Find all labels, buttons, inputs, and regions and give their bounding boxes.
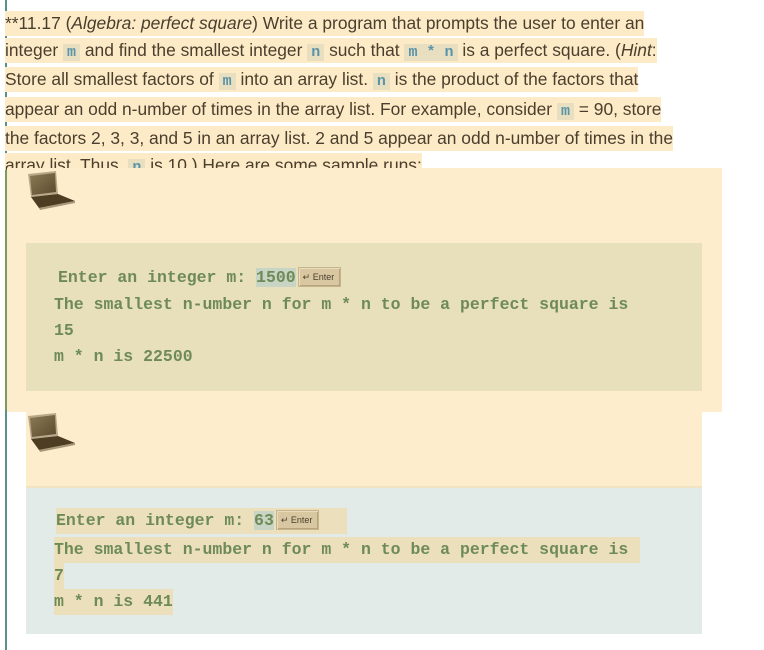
body-text: is the product of the factors that xyxy=(389,69,639,89)
inline-code: m xyxy=(63,43,81,61)
inline-code: n xyxy=(372,73,390,90)
exercise-line: **11.17 (Algebra: perfect square) Write … xyxy=(5,10,725,37)
prompt-text: Enter an integer m: xyxy=(58,268,257,287)
body-text: and find the smallest integer xyxy=(80,39,308,60)
body-text: ) Write a program that prompts the user … xyxy=(252,13,645,33)
exercise-line: the factors 2, 3, 3, and 5 in an array l… xyxy=(5,125,725,152)
user-input-value: 63 xyxy=(254,511,274,530)
exercise-line: Store all smallest factors of m into an … xyxy=(5,66,725,96)
inline-code: m * n xyxy=(404,43,458,61)
body-text: **11.17 ( xyxy=(5,13,72,33)
body-text: Store all smallest factors of xyxy=(5,69,219,89)
body-text: such that xyxy=(324,39,405,60)
console-output-line: The smallest n-umber n for m * n to be a… xyxy=(54,295,629,314)
console-output-line: 7 xyxy=(54,563,64,589)
console-output-line: The smallest n-umber n for m * n to be a… xyxy=(54,537,641,563)
body-text: is a perfect square. ( xyxy=(457,39,621,60)
sample-run-2 xyxy=(26,412,702,486)
exercise-line-text: Store all smallest factors of m into an … xyxy=(5,67,639,92)
body-text: the factors 2, 3, 3, and 5 in an array l… xyxy=(5,128,674,148)
console-prompt-line: Enter an integer m: 63 ↵ Enter xyxy=(56,508,348,534)
exercise-text: **11.17 (Algebra: perfect square) Write … xyxy=(5,10,725,181)
body-text: : xyxy=(651,39,657,60)
exercise-line: appear an odd n-umber of times in the ar… xyxy=(5,96,725,126)
body-text: into an array list. xyxy=(235,69,373,89)
body-text: appear an odd n-umber of times in the ar… xyxy=(5,98,557,119)
exercise-line-text: integer m and find the smallest integer … xyxy=(5,37,657,63)
exercise-line-text: the factors 2, 3, 3, and 5 in an array l… xyxy=(5,126,674,151)
console-output-line: m * n is 22500 xyxy=(54,347,193,366)
italic-text: Algebra: perfect square xyxy=(71,13,253,33)
inline-code: n xyxy=(307,43,325,61)
laptop-icon xyxy=(28,171,75,210)
enter-key-badge: ↵ Enter xyxy=(275,510,320,530)
laptop-icon xyxy=(28,413,75,452)
console-output-line: m * n is 441 xyxy=(54,589,173,615)
prompt-text: Enter an integer m: xyxy=(56,511,255,530)
user-input-value: 1500 xyxy=(256,268,296,287)
console-prompt-line: Enter an integer m: 1500 ↵ Enter xyxy=(58,265,342,291)
inline-code: m xyxy=(556,102,574,120)
exercise-line-text: appear an odd n-umber of times in the ar… xyxy=(5,96,662,122)
body-text: = 90, store xyxy=(573,98,662,119)
enter-key-badge: ↵ Enter xyxy=(297,267,342,287)
sample-run-1-rule xyxy=(5,170,7,410)
console-output-1: Enter an integer m: 1500 ↵ Enter The smal… xyxy=(26,243,702,391)
console-output-line: 15 xyxy=(54,321,74,340)
exercise-line-text: **11.17 (Algebra: perfect square) Write … xyxy=(5,11,645,36)
inline-code: m xyxy=(218,73,236,90)
exercise-line: integer m and find the smallest integer … xyxy=(5,37,725,67)
body-text: integer xyxy=(5,39,64,60)
italic-text: Hint xyxy=(620,39,652,60)
console-output-2: Enter an integer m: 63 ↵ Enter The smalle… xyxy=(26,486,702,634)
